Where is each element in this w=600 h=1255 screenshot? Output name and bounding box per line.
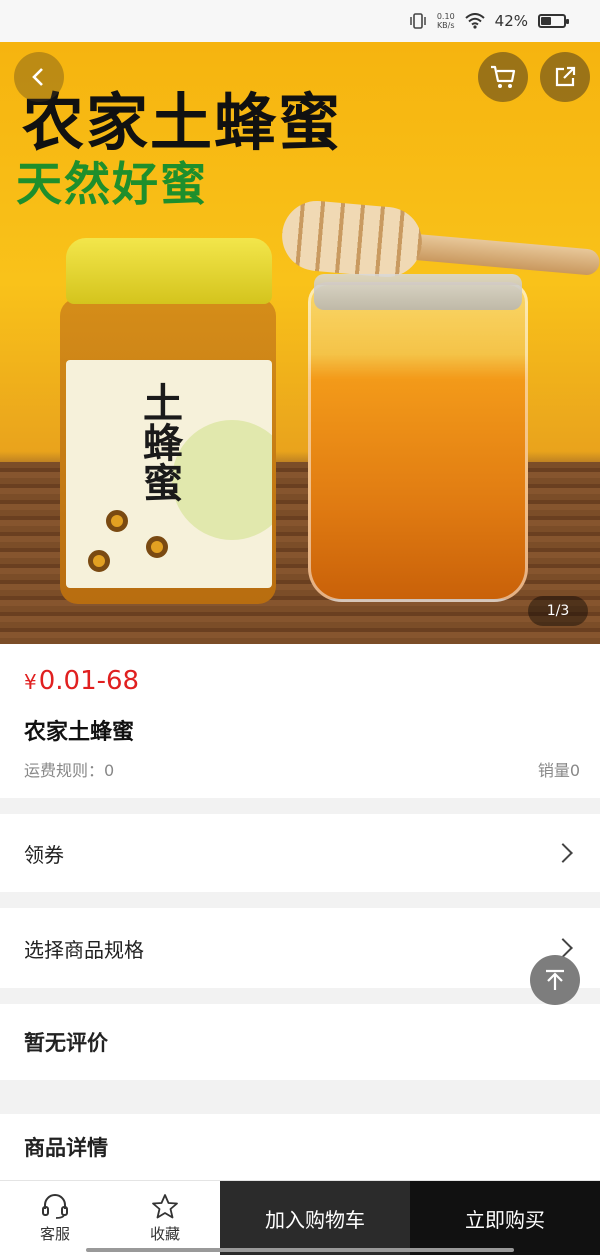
currency-symbol: ¥ [24, 670, 37, 694]
honey-dipper-head [279, 198, 425, 280]
honey-glass-jar [308, 282, 528, 602]
back-to-top-button[interactable] [530, 955, 580, 1005]
share-button[interactable] [540, 52, 590, 102]
home-indicator [86, 1248, 514, 1252]
honey-pot-lid [66, 238, 272, 304]
reviews-section: 暂无评价 [0, 1004, 600, 1080]
details-section: 商品详情 [0, 1114, 600, 1180]
battery-level [541, 17, 552, 25]
honey-pot-label-text: 土蜂蜜 [136, 382, 183, 502]
customer-service-label: 客服 [39, 1224, 70, 1243]
honey-pot-label: 土蜂蜜 [66, 360, 272, 588]
sales-count: 销量0 [537, 761, 580, 780]
details-label: 商品详情 [24, 1136, 108, 1160]
share-icon [555, 66, 576, 87]
network-speed-unit: KB/s [436, 21, 455, 30]
arrow-up-icon [546, 969, 564, 990]
chevron-left-icon [32, 68, 43, 86]
battery-percent: 42% [494, 12, 528, 30]
network-speed: 0.10 KB/s [437, 12, 455, 30]
battery-icon [538, 14, 569, 28]
cart-icon [491, 65, 516, 88]
price: ¥0.01-68 [24, 666, 139, 696]
customer-service-button[interactable]: 客服 [0, 1181, 110, 1255]
favorite-button[interactable]: 收藏 [110, 1181, 220, 1255]
back-button[interactable] [14, 52, 64, 102]
buy-now-button[interactable]: 立即购买 [410, 1181, 600, 1255]
honey-glass-jar-rim [314, 274, 522, 310]
headset-icon [42, 1193, 68, 1219]
network-speed-value: 0.10 [436, 12, 455, 21]
spec-select-label: 选择商品规格 [24, 937, 144, 962]
spec-select-row[interactable]: 选择商品规格 [0, 908, 600, 988]
chevron-right-icon [553, 843, 573, 863]
coupon-row[interactable]: 领券 [0, 814, 600, 892]
flower-decoration [146, 536, 168, 558]
add-to-cart-button[interactable]: 加入购物车 [220, 1181, 410, 1255]
hero-subtitle: 天然好蜜 [16, 157, 208, 211]
coupon-label: 领券 [24, 842, 64, 867]
reviews-label: 暂无评价 [24, 1031, 108, 1055]
image-counter: 1/3 [528, 596, 588, 626]
product-name: 农家土蜂蜜 [24, 720, 135, 745]
favorite-label: 收藏 [149, 1224, 180, 1243]
flower-decoration [106, 510, 128, 532]
shipping-rule: 运费规则：0 [24, 761, 115, 780]
price-value: 0.01-68 [38, 666, 140, 696]
flower-decoration [88, 550, 110, 572]
bottom-action-bar: 客服 收藏 加入购物车 立即购买 [0, 1180, 600, 1255]
status-bar: 0.10 KB/s 42% [0, 0, 600, 42]
product-image-carousel[interactable]: 农家土蜂蜜 天然好蜜 土蜂蜜 1/3 [0, 42, 600, 644]
star-icon [152, 1193, 178, 1218]
vibrate-icon [410, 13, 426, 29]
wifi-icon [464, 13, 485, 29]
product-info: ¥0.01-68 农家土蜂蜜 运费规则：0 销量0 [0, 644, 600, 798]
cart-button[interactable] [478, 52, 528, 102]
